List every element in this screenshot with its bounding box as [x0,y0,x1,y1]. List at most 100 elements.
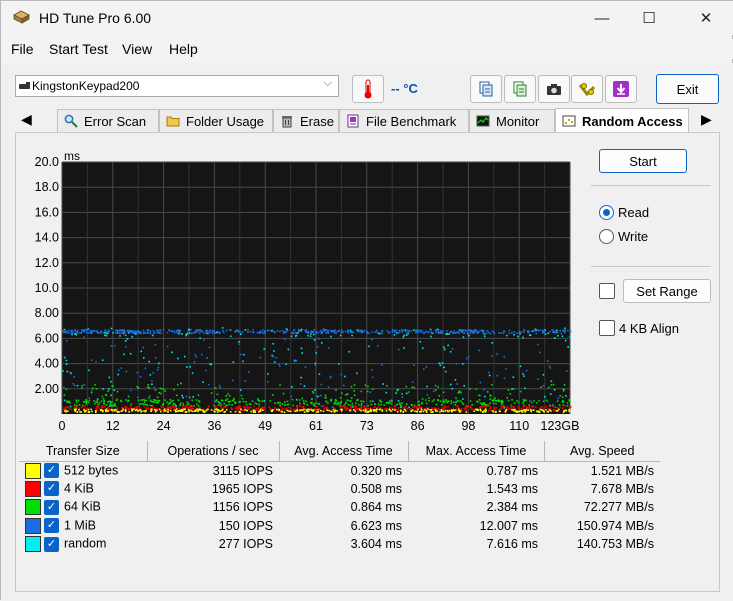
save-button[interactable] [605,75,637,103]
data-point [345,394,347,396]
options-button[interactable] [571,75,603,103]
data-point [129,389,132,392]
size-cell: ✓ 512 bytes [19,461,147,480]
color-swatch[interactable] [25,462,41,479]
series-checkbox[interactable]: ✓ [44,499,59,515]
data-point [548,330,551,333]
data-point [569,335,571,338]
menu-start-test[interactable]: Start Test [49,41,108,57]
data-point [78,404,81,406]
col-transfer-size: Transfer Size [19,441,147,462]
data-point [127,407,129,410]
series-checkbox[interactable]: ✓ [44,536,59,552]
color-swatch[interactable] [25,517,41,534]
data-point [258,405,261,408]
data-point [300,347,303,350]
tab-scroll-left-icon[interactable]: ◀ [21,111,32,128]
data-point [397,400,400,402]
data-point [146,331,148,334]
x-tick-label: 61 [309,419,323,432]
align-checkbox[interactable] [599,320,615,336]
speed-cell: 150.974 MB/s [576,518,654,533]
series-checkbox[interactable]: ✓ [44,518,59,534]
tab-random-access[interactable]: Random Access [555,108,689,133]
data-point [328,409,330,412]
size-cell: ✓ 4 KiB [19,480,147,499]
color-swatch[interactable] [25,499,41,516]
start-button[interactable]: Start [599,149,687,173]
series-checkbox[interactable]: ✓ [44,481,59,497]
screenshot-button[interactable] [538,75,570,103]
data-point [519,365,522,368]
data-point [284,408,286,410]
data-point [234,401,237,404]
data-point [203,332,206,335]
drive-selector[interactable]: KingstonKeypad200 ⌵ [15,75,339,97]
data-point [385,409,388,412]
data-point [192,407,195,410]
data-point [496,374,499,377]
data-point [254,402,257,404]
menu-help[interactable]: Help [169,41,198,57]
data-point [90,359,93,361]
temperature-button[interactable] [352,75,384,103]
data-point [169,409,172,412]
data-point [171,351,173,354]
data-point [186,333,189,336]
data-point [367,404,369,407]
data-point [450,410,453,413]
data-point [167,408,170,411]
menu-file[interactable]: File [11,41,34,57]
data-point [84,410,86,413]
maximize-button[interactable]: ☐ [626,1,672,35]
tab-file-benchmark[interactable]: File Benchmark [339,109,469,132]
tab-erase[interactable]: Erase [273,109,339,132]
data-point [148,387,151,389]
data-point [528,405,531,408]
data-point [313,339,316,341]
exit-button[interactable]: Exit [656,74,719,104]
menu-view[interactable]: View [122,41,152,57]
data-point [244,380,247,382]
tab-scroll-right-icon[interactable]: ▶ [701,111,712,128]
minimize-button[interactable]: — [579,1,625,35]
copy-info-button[interactable] [470,75,502,103]
data-point [476,331,478,333]
data-point [535,402,538,404]
app-window: HD Tune Pro 6.00 — ☐ ✕ File Start Test V… [0,0,733,601]
read-radio[interactable] [599,205,614,220]
data-point [545,399,548,402]
tab-monitor[interactable]: Monitor [469,109,555,132]
write-radio[interactable] [599,229,614,244]
set-range-button[interactable]: Set Range [623,279,711,303]
data-point [427,408,429,410]
tab-folder-usage[interactable]: Folder Usage [159,109,273,132]
data-point [169,398,172,401]
data-point [188,332,191,334]
set-range-checkbox[interactable] [599,283,615,299]
data-point [507,399,510,402]
series-checkbox[interactable]: ✓ [44,463,59,478]
tab-error-scan[interactable]: Error Scan [57,109,159,132]
data-point [270,410,273,412]
data-point [380,330,383,332]
data-point [181,394,184,397]
color-swatch[interactable] [25,536,41,553]
data-point [512,406,515,408]
ops-cell: 150 IOPS [218,518,273,533]
data-point [315,352,318,354]
data-point [355,405,357,407]
data-point [85,408,88,410]
data-point [327,332,330,334]
data-point [249,406,252,409]
data-point [103,331,106,334]
data-point [566,329,569,332]
data-point [148,395,151,397]
copy-text-button[interactable] [504,75,536,103]
data-point [562,411,565,414]
color-swatch[interactable] [25,480,41,497]
close-button[interactable]: ✕ [683,1,729,35]
data-point [314,364,317,366]
data-point [208,346,211,349]
data-point [421,347,424,349]
